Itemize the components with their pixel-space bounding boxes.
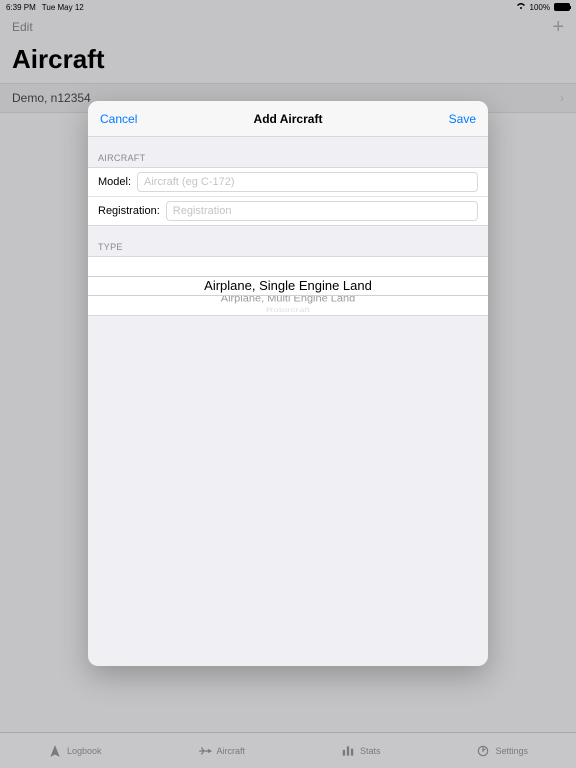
add-aircraft-modal: Cancel Add Aircraft Save AIRCRAFT Model:… [88,101,488,666]
tab-label: Logbook [67,746,102,756]
aircraft-icon [198,744,212,758]
battery-icon [554,3,570,11]
tab-settings[interactable]: Settings [476,744,528,758]
tab-stats[interactable]: Stats [341,744,381,758]
picker-below2: Rotorcraft [88,307,488,314]
section-header-aircraft: AIRCRAFT [88,137,488,167]
picker-selected: Airplane, Single Engine Land [88,276,488,296]
status-bar: 6:39 PM Tue May 12 100% [0,0,576,14]
aircraft-form: Model: Registration: [88,167,488,226]
tab-label: Stats [360,746,381,756]
tab-aircraft[interactable]: Aircraft [198,744,246,758]
registration-input[interactable] [166,201,478,221]
status-time: 6:39 PM [6,3,36,12]
status-date: Tue May 12 [42,3,84,12]
model-label: Model: [98,176,131,188]
add-button[interactable]: + [552,17,564,37]
save-button[interactable]: Save [449,112,476,126]
battery-percent: 100% [530,3,550,12]
settings-icon [476,744,490,758]
stats-icon [341,744,355,758]
registration-row: Registration: [88,196,488,225]
chevron-right-icon: › [560,91,564,105]
model-input[interactable] [137,172,478,192]
registration-label: Registration: [98,205,160,217]
logbook-icon [48,744,62,758]
edit-button[interactable]: Edit [12,20,33,34]
tab-logbook[interactable]: Logbook [48,744,102,758]
wifi-icon [516,2,526,12]
type-picker[interactable]: Airplane, Single Engine Land Airplane, M… [88,256,488,316]
list-row-label: Demo, n12354 [12,91,91,105]
section-header-type: TYPE [88,226,488,256]
tab-bar: Logbook Aircraft Stats Settings [0,732,576,768]
page-title: Aircraft [0,40,576,83]
tab-label: Aircraft [217,746,246,756]
nav-bar: Edit + [0,14,576,40]
model-row: Model: [88,168,488,196]
cancel-button[interactable]: Cancel [100,112,137,126]
tab-label: Settings [495,746,528,756]
modal-title: Add Aircraft [254,112,323,126]
modal-header: Cancel Add Aircraft Save [88,101,488,137]
